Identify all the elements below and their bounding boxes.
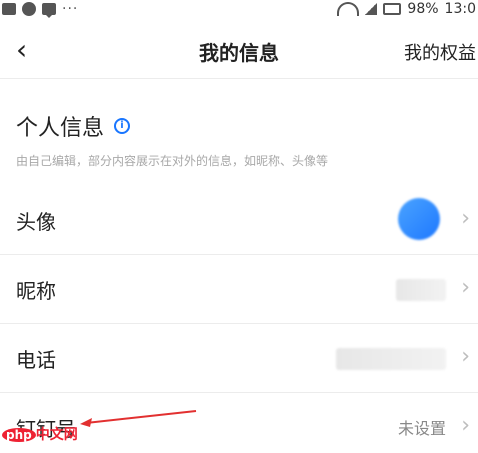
row-avatar[interactable]: 头像 › [0, 186, 478, 255]
row-nickname[interactable]: 昵称 › [0, 255, 478, 324]
status-icons-left: ··· [2, 0, 78, 18]
chevron-right-icon: › [461, 206, 470, 231]
battery-level: 98% [407, 1, 439, 17]
navigation-bar: ‹ 我的信息 我的权益 [0, 20, 478, 79]
signal-icon [365, 3, 378, 15]
clock: 13:0 [444, 1, 476, 17]
row-label: 电话 [16, 348, 56, 372]
avatar [398, 198, 440, 240]
chevron-right-icon: › [461, 413, 470, 438]
chevron-right-icon: › [461, 344, 470, 369]
image-notification-icon [2, 3, 16, 15]
status-bar: ··· 98% 13:0 [0, 0, 478, 20]
app-notification-icon [22, 2, 36, 16]
row-phone[interactable]: 电话 › [0, 324, 478, 393]
row-dingtalk-id[interactable]: 钉钉号 未设置 › [0, 393, 478, 453]
battery-icon [383, 3, 402, 15]
nickname-value-redacted [396, 279, 446, 301]
dingtalk-id-value: 未设置 [397, 419, 446, 438]
more-notifications-icon: ··· [62, 1, 79, 17]
chevron-right-icon: › [461, 275, 470, 300]
section-description: 由自己编辑，部分内容展示在对外的信息，如昵称、头像等 [16, 154, 329, 168]
personal-info-header: 个人信息 i [16, 110, 131, 142]
wifi-icon [337, 2, 360, 16]
phone-value-redacted [336, 348, 446, 370]
annotation-arrow [80, 410, 197, 427]
section-title: 个人信息 [16, 116, 105, 141]
watermark-logo: php 中文网 [2, 424, 78, 444]
status-icons-right: 98% 13:0 [337, 0, 476, 18]
info-icon[interactable]: i [114, 118, 131, 134]
row-label: 头像 [16, 210, 56, 234]
row-label: 昵称 [16, 279, 56, 303]
message-notification-icon [42, 3, 56, 18]
my-benefits-link[interactable]: 我的权益 [404, 39, 476, 65]
